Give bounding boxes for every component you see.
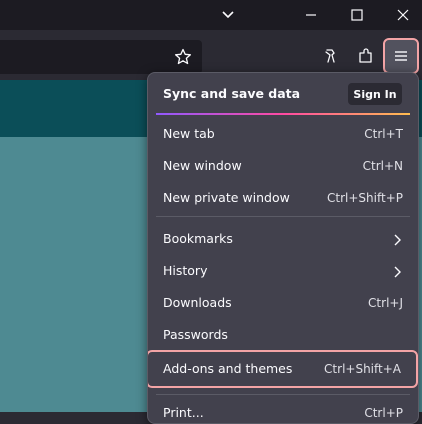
title-bar	[0, 0, 422, 30]
puzzle-icon[interactable]	[350, 40, 382, 72]
minimize-icon[interactable]	[300, 4, 322, 26]
sign-in-button[interactable]: Sign In	[348, 83, 402, 105]
close-icon[interactable]	[392, 4, 414, 26]
menu-item-passwords[interactable]: Passwords	[156, 320, 410, 350]
menu-item-addons-and-themes[interactable]: Add-ons and themes Ctrl+Shift+A	[148, 350, 418, 388]
menu-item-label: Print...	[163, 405, 204, 420]
menu-item-shortcut: Ctrl+J	[368, 296, 403, 310]
menu-item-label: Downloads	[163, 295, 232, 310]
menu-item-label: New window	[163, 158, 242, 173]
accent-divider	[156, 113, 410, 115]
chevron-right-icon	[390, 232, 404, 246]
menu-item-label: Bookmarks	[163, 231, 233, 246]
menu-divider	[156, 394, 410, 395]
menu-item-label: Passwords	[163, 327, 228, 342]
chevron-down-icon[interactable]	[217, 4, 239, 26]
menu-item-print[interactable]: Print... Ctrl+P	[156, 398, 410, 423]
menu-item-shortcut: Ctrl+N	[362, 159, 403, 173]
menu-item-shortcut: Ctrl+P	[364, 406, 403, 420]
menu-divider	[156, 216, 410, 217]
extension-addon-icon[interactable]	[314, 40, 346, 72]
chevron-right-icon	[390, 264, 404, 278]
menu-item-label: History	[163, 263, 208, 278]
menu-item-shortcut: Ctrl+Shift+A	[324, 362, 401, 376]
star-icon[interactable]	[167, 41, 199, 73]
menu-item-label: New private window	[163, 190, 290, 205]
sync-row: Sync and save data Sign In	[148, 73, 418, 113]
menu-item-label: New tab	[163, 126, 215, 141]
menu-item-bookmarks[interactable]: Bookmarks	[156, 224, 410, 254]
menu-item-new-tab[interactable]: New tab Ctrl+T	[156, 119, 410, 149]
menu-item-label: Add-ons and themes	[163, 361, 293, 376]
sync-title: Sync and save data	[163, 86, 301, 101]
maximize-icon[interactable]	[346, 4, 368, 26]
url-bar[interactable]	[0, 40, 202, 74]
menu-item-downloads[interactable]: Downloads Ctrl+J	[156, 288, 410, 318]
menu-item-shortcut: Ctrl+Shift+P	[327, 191, 403, 205]
app-menu-panel: Sync and save data Sign In New tab Ctrl+…	[147, 72, 419, 424]
hamburger-icon[interactable]	[383, 38, 419, 74]
menu-item-new-window[interactable]: New window Ctrl+N	[156, 151, 410, 181]
menu-item-new-private-window[interactable]: New private window Ctrl+Shift+P	[156, 183, 410, 213]
menu-item-shortcut: Ctrl+T	[364, 127, 403, 141]
menu-item-history[interactable]: History	[156, 256, 410, 286]
